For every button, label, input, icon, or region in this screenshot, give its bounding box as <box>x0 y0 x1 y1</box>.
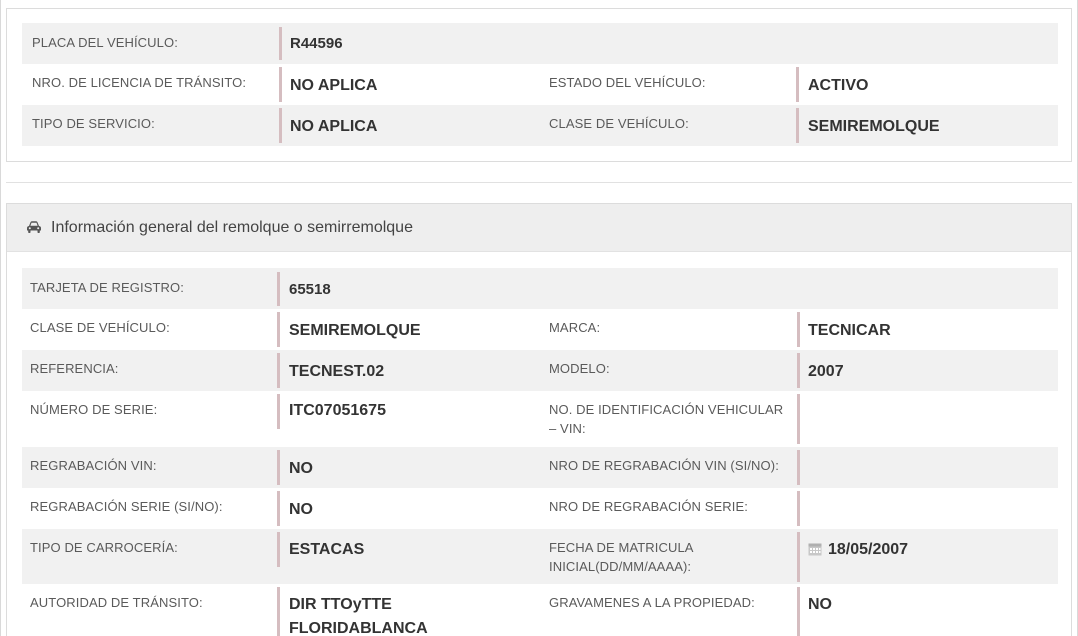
vehicle-class-value: SEMIREMOLQUE <box>289 322 421 339</box>
info-row: NÚMERO DE SERIE: ITC07051675 NO. DE IDEN… <box>22 391 1058 447</box>
serial-regrabbing-value: NO <box>289 501 313 518</box>
info-row: TIPO DE CARROCERÍA: ESTACAS FECHA DE MAT… <box>22 529 1058 584</box>
summary-row: TIPO DE SERVICIO: NO APLICA CLASE DE VEH… <box>22 105 1058 146</box>
transit-license-value: NO APLICA <box>290 77 378 94</box>
value-divider <box>277 394 280 429</box>
model-label: MODELO: <box>549 361 610 376</box>
calendar-icon <box>808 543 822 556</box>
plate-value: R44596 <box>290 35 343 52</box>
value-divider <box>277 353 280 388</box>
liens-value: NO <box>808 596 832 613</box>
transit-license-label: NRO. DE LICENCIA DE TRÁNSITO: <box>32 75 247 90</box>
registration-card-value: 65518 <box>289 281 331 298</box>
info-row: REGRABACIÓN VIN: NO NRO DE REGRABACIÓN V… <box>22 447 1058 488</box>
info-row: CLASE DE VEHÍCULO: SEMIREMOLQUE MARCA: T… <box>22 309 1058 350</box>
value-divider <box>277 587 280 636</box>
value-divider <box>277 450 280 485</box>
service-type-value: NO APLICA <box>290 118 378 135</box>
vehicle-status-label: ESTADO DEL VEHÍCULO: <box>549 75 706 90</box>
serial-number-value: ITC07051675 <box>289 402 386 419</box>
value-divider <box>797 353 800 388</box>
model-value: 2007 <box>808 363 844 380</box>
value-divider <box>796 108 799 143</box>
value-divider <box>277 532 280 567</box>
value-divider <box>797 394 800 444</box>
vehicle-class-label: CLASE DE VEHÍCULO: <box>30 320 170 335</box>
vehicle-class-value: SEMIREMOLQUE <box>808 118 940 135</box>
summary-rows: PLACA DEL VEHÍCULO: R44596 NRO. DE LICEN… <box>22 23 1058 146</box>
transit-authority-value-line1: DIR TTOyTTE <box>289 596 392 613</box>
value-divider <box>797 450 800 485</box>
panel-heading: Información general del remolque o semir… <box>7 204 1071 252</box>
reference-label: REFERENCIA: <box>30 361 119 376</box>
car-icon <box>27 221 41 233</box>
registration-date-value: 18/05/2007 <box>828 541 909 558</box>
value-divider <box>277 312 280 347</box>
service-type-label: TIPO DE SERVICIO: <box>32 116 155 131</box>
info-row: AUTORIDAD DE TRÁNSITO: DIR TTOyTTE FLORI… <box>22 584 1058 636</box>
body-type-value: ESTACAS <box>289 541 365 558</box>
value-divider <box>796 67 799 102</box>
vin-regrabbing-label: REGRABACIÓN VIN: <box>30 458 157 473</box>
value-divider <box>797 587 800 636</box>
value-divider <box>279 27 282 60</box>
registration-date-label-line2: INICIAL(DD/MM/AAAA): <box>549 559 692 574</box>
vin-label-line2: – VIN: <box>549 421 586 436</box>
vehicle-class-label: CLASE DE VEHÍCULO: <box>549 116 689 131</box>
brand-label: MARCA: <box>549 320 601 335</box>
reference-value: TECNEST.02 <box>289 363 385 380</box>
info-row: REGRABACIÓN SERIE (SI/NO): NO NRO DE REG… <box>22 488 1058 529</box>
liens-label: GRAVAMENES A LA PROPIEDAD: <box>549 595 755 610</box>
plate-label: PLACA DEL VEHÍCULO: <box>32 35 178 50</box>
vin-regrabbing-value: NO <box>289 460 313 477</box>
value-divider <box>279 67 282 102</box>
section-separator <box>6 182 1072 204</box>
vehicle-summary-panel: PLACA DEL VEHÍCULO: R44596 NRO. DE LICEN… <box>6 8 1072 162</box>
value-divider <box>279 108 282 143</box>
value-divider <box>277 272 280 306</box>
info-row: TARJETA DE REGISTRO: 65518 <box>22 268 1058 309</box>
trailer-info-panel: Información general del remolque o semir… <box>6 203 1072 636</box>
serial-number-label: NÚMERO DE SERIE: <box>30 402 158 417</box>
value-divider <box>277 491 280 526</box>
vin-regrabbing-number-label: NRO DE REGRABACIÓN VIN (SI/NO): <box>549 458 779 473</box>
panel-title: Información general del remolque o semir… <box>51 219 413 236</box>
body-type-label: TIPO DE CARROCERÍA: <box>30 540 178 555</box>
registration-date-label-line1: FECHA DE MATRICULA <box>549 540 694 555</box>
serial-regrabbing-label: REGRABACIÓN SERIE (SI/NO): <box>30 499 223 514</box>
value-divider <box>797 491 800 526</box>
registration-card-label: TARJETA DE REGISTRO: <box>30 280 184 295</box>
info-row: REFERENCIA: TECNEST.02 MODELO: 2007 <box>22 350 1058 391</box>
serial-regrabbing-number-label: NRO DE REGRABACIÓN SERIE: <box>549 499 748 514</box>
value-divider <box>797 312 800 347</box>
brand-value: TECNICAR <box>808 322 891 339</box>
transit-authority-label: AUTORIDAD DE TRÁNSITO: <box>30 595 203 610</box>
summary-row: PLACA DEL VEHÍCULO: R44596 <box>22 23 1058 64</box>
trailer-rows: TARJETA DE REGISTRO: 65518 CLASE DE VEHÍ… <box>22 268 1058 636</box>
value-divider <box>797 532 800 582</box>
vin-label-line1: NO. DE IDENTIFICACIÓN VEHICULAR <box>549 402 784 417</box>
vehicle-status-value: ACTIVO <box>808 77 869 94</box>
transit-authority-value-line2: FLORIDABLANCA <box>289 620 428 636</box>
summary-row: NRO. DE LICENCIA DE TRÁNSITO: NO APLICA … <box>22 64 1058 105</box>
